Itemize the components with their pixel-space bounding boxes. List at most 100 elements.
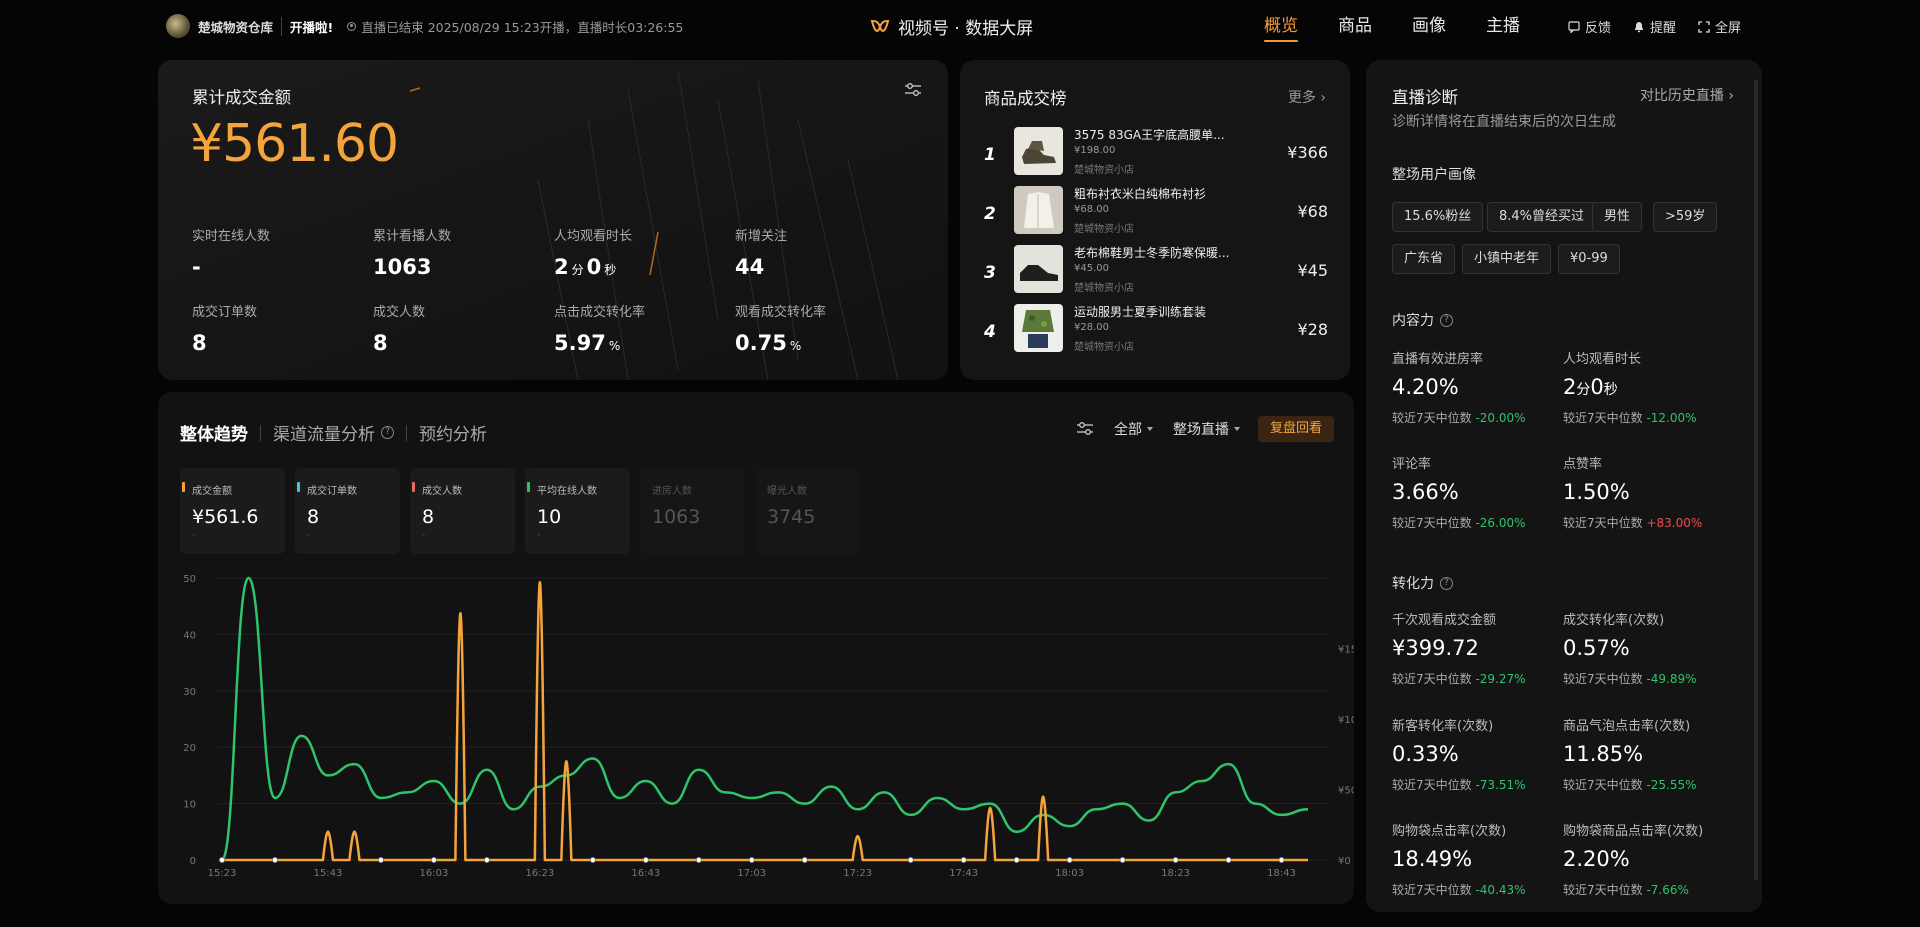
portrait-tag: 小镇中老年: [1462, 244, 1552, 274]
ranking-list: 1 3575 83GA王字底高腰单... ¥198.00 楚城物资小店 ¥366…: [984, 126, 1330, 362]
ranking-item[interactable]: 1 3575 83GA王字底高腰单... ¥198.00 楚城物资小店 ¥366: [984, 126, 1330, 185]
metric-card-avg-online[interactable]: 平均在线人数 10 -: [525, 468, 630, 554]
fullscreen-button[interactable]: 全屏: [1698, 17, 1741, 36]
diag-metric-compare: 较近7天中位数 +83.00%: [1563, 514, 1733, 531]
settings-sliders-icon[interactable]: [904, 82, 922, 98]
diag-metric: 购物袋点击率(次数) 18.49% 较近7天中位数 -40.43%: [1392, 820, 1562, 898]
metric-value: 44: [735, 255, 765, 279]
dropdown-value: 全部: [1113, 422, 1142, 438]
diag-metric-compare: 较近7天中位数 -26.00%: [1392, 514, 1562, 531]
tab-channel-traffic[interactable]: 渠道流量分析?: [273, 420, 394, 445]
nav-portrait[interactable]: 画像: [1412, 0, 1446, 52]
series-color-indicator: [412, 482, 415, 492]
rate-value: 5.97: [554, 331, 606, 355]
live-status-text: 直播已结束 2025/08/29 15:23开播，直播时长03:26:55: [361, 19, 684, 35]
data-point-marker: [483, 856, 490, 863]
delta-value: -29.27%: [1475, 672, 1526, 686]
diag-metric-value: 4.20%: [1392, 375, 1459, 399]
y-tick-label-left: 0: [190, 856, 196, 867]
diag-metric: 点赞率 1.50% 较近7天中位数 +83.00%: [1563, 453, 1733, 531]
rate-unit: %: [608, 339, 621, 353]
x-tick-label: 16:23: [525, 868, 554, 879]
record-icon: [347, 21, 357, 31]
metric-card-value: ¥561.6: [192, 506, 259, 528]
top-bar: 楚城物资仓库 开播啦! 直播已结束 2025/08/29 15:23开播，直播时…: [0, 0, 1920, 52]
diag-metric-label: 购物袋商品点击率(次数): [1563, 824, 1704, 839]
y-tick-label-right: ¥50: [1338, 786, 1354, 797]
nav-anchor[interactable]: 主播: [1486, 0, 1520, 52]
series-color-indicator: [182, 482, 185, 492]
metric-buyers: 成交人数 8: [373, 301, 553, 355]
metric-card-buyers[interactable]: 成交人数 8 -: [410, 468, 515, 554]
help-icon[interactable]: ?: [381, 426, 394, 439]
minutes-value: 2: [1563, 375, 1577, 399]
nav-overview[interactable]: 概览: [1264, 0, 1298, 52]
product-name: 运动服男士夏季训练套装: [1074, 305, 1207, 319]
metric-value: 0.75%: [735, 331, 915, 355]
metric-card-entries[interactable]: 进房人数 1063: [640, 468, 745, 554]
diag-metric: 人均观看时长 2分0秒 较近7天中位数 -12.00%: [1563, 348, 1733, 426]
ranking-item[interactable]: 2 粗布衬衣米白纯棉布衬衫 ¥68.00 楚城物资小店 ¥68: [984, 185, 1330, 244]
data-point-marker: [907, 856, 914, 863]
ranking-item[interactable]: 3 老布棉鞋男士冬季防寒保暖... ¥45.00 楚城物资小店 ¥45: [984, 244, 1330, 303]
settings-sliders-icon[interactable]: [1076, 421, 1094, 437]
metric-label: 点击成交转化率: [554, 305, 646, 320]
diagnosis-scrollbar[interactable]: [1754, 80, 1758, 880]
compare-history-link[interactable]: 对比历史直播 ›: [1640, 85, 1734, 105]
nav-products[interactable]: 商品: [1338, 0, 1372, 52]
review-playback-button[interactable]: 复盘回看: [1257, 416, 1334, 442]
diag-metric-compare: 较近7天中位数 -73.51%: [1392, 776, 1562, 793]
feedback-button[interactable]: 反馈: [1568, 17, 1611, 36]
ranking-item[interactable]: 4 运动服男士夏季训练套装 ¥28.00 楚城物资小店 ¥28: [984, 303, 1330, 362]
shop-info: 楚城物资仓库 开播啦! 直播已结束 2025/08/29 15:23开播，直播时…: [166, 14, 683, 38]
product-price: ¥28.00: [1074, 322, 1109, 333]
ranking-title: 商品成交榜: [984, 89, 1067, 108]
data-point-marker: [748, 856, 755, 863]
diag-metric-compare: 较近7天中位数 -12.00%: [1563, 409, 1733, 426]
data-point-marker: [219, 856, 226, 863]
diag-metric: 成交转化率(次数) 0.57% 较近7天中位数 -49.89%: [1563, 609, 1733, 687]
y-tick-label-right: ¥0: [1338, 856, 1351, 867]
remind-label: 提醒: [1650, 21, 1677, 36]
data-point-marker: [1013, 856, 1020, 863]
metric-new-follows: 新增关注 44: [735, 225, 915, 279]
diag-metric-compare: 较近7天中位数 -25.55%: [1563, 776, 1733, 793]
diag-metric: 商品气泡点击率(次数) 11.85% 较近7天中位数 -25.55%: [1563, 715, 1733, 793]
metric-card-sales[interactable]: 成交金额 ¥561.6 -: [180, 468, 285, 554]
compare-text: 较近7天中位数: [1563, 672, 1643, 686]
metric-card-orders[interactable]: 成交订单数 8 -: [295, 468, 400, 554]
seconds-value: 0: [1590, 375, 1604, 399]
diag-metric-compare: 较近7天中位数 -29.27%: [1392, 670, 1562, 687]
rank-number: 4: [984, 322, 996, 342]
tab-overall-trend[interactable]: 整体趋势: [180, 420, 248, 445]
x-tick-label: 17:03: [737, 868, 766, 879]
product-thumbnail: [1014, 245, 1063, 293]
trend-chart: 0 10 20 30 40 50 ¥0 ¥50 ¥100 ¥150 15:23 15:43 16:03 1…: [183, 574, 1354, 879]
compare-text: 较近7天中位数: [1563, 411, 1643, 425]
product-price: ¥68.00: [1074, 204, 1109, 215]
metric-label: 实时在线人数: [192, 229, 271, 244]
diag-metric-value: 0.33%: [1392, 742, 1459, 766]
metric-card-value: 1063: [652, 506, 701, 528]
diag-metric-label: 商品气泡点击率(次数): [1563, 719, 1691, 734]
help-icon[interactable]: ?: [1440, 313, 1453, 327]
diag-metric: 直播有效进房率 4.20% 较近7天中位数 -20.00%: [1392, 348, 1562, 426]
compare-text: 较近7天中位数: [1392, 411, 1472, 425]
scope-dropdown[interactable]: 整场直播: [1173, 419, 1240, 439]
rank-number: 1: [984, 145, 996, 165]
more-link[interactable]: 更多 ›: [1288, 87, 1326, 107]
metric-card-exposure[interactable]: 曝光人数 3745: [755, 468, 860, 554]
metric-value: 5.97%: [554, 331, 734, 355]
y-tick-label-left: 40: [183, 630, 196, 641]
x-tick-label: 18:43: [1267, 868, 1296, 879]
x-tick-label: 15:43: [314, 868, 343, 879]
rank-number: 3: [984, 263, 996, 283]
help-icon[interactable]: ?: [1440, 576, 1453, 590]
product-name: 老布棉鞋男士冬季防寒保暖...: [1074, 246, 1230, 260]
diag-metric-value: 0.57%: [1563, 636, 1630, 660]
remind-button[interactable]: 提醒: [1633, 17, 1676, 36]
filter-all-dropdown[interactable]: 全部: [1114, 419, 1153, 439]
diag-metric-compare: 较近7天中位数 -7.66%: [1563, 881, 1733, 898]
caret-down-icon: [1146, 427, 1153, 431]
tab-reservation[interactable]: 预约分析: [419, 420, 487, 445]
